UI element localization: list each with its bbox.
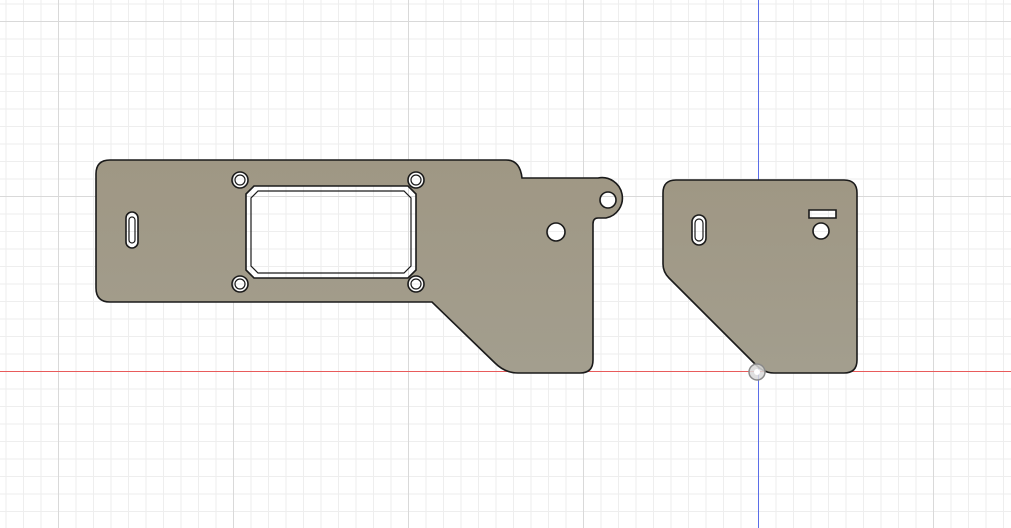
cad-viewport[interactable]	[0, 0, 1011, 528]
origin-point-icon[interactable]	[748, 363, 766, 381]
